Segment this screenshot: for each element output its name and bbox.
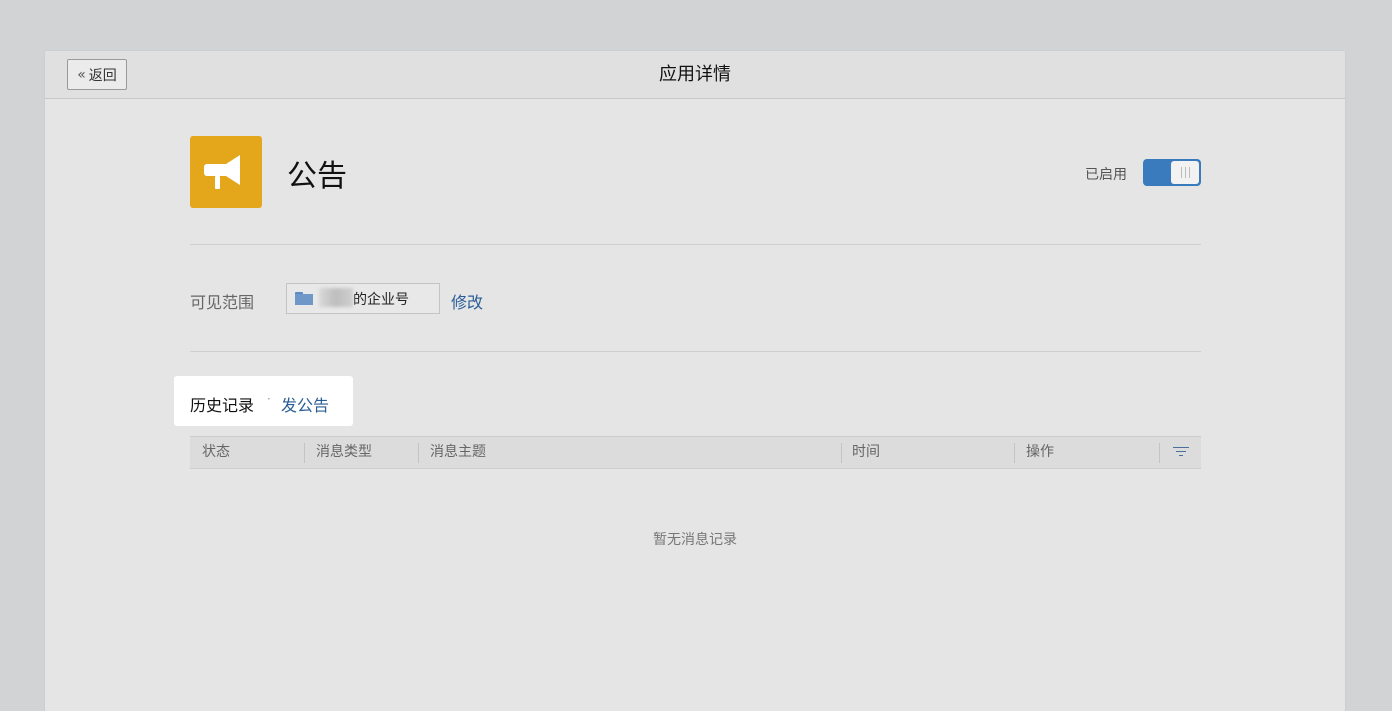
column-header-status[interactable]: 状态 <box>202 437 230 468</box>
column-header-action[interactable]: 操作 <box>1026 437 1054 468</box>
divider <box>190 351 1201 352</box>
scope-value-wrap: 的企业号 <box>319 287 409 309</box>
tab-history[interactable]: 历史记录 <box>190 392 254 416</box>
visibility-scope-tag: 的企业号 <box>286 283 440 314</box>
column-separator <box>1014 443 1015 463</box>
column-separator <box>418 443 419 463</box>
column-separator <box>841 443 842 463</box>
column-separator <box>304 443 305 463</box>
app-detail-panel: 应用详情 « 返回 公告 已启用 可见范围 的企业号 修改 历史记录 · 发公告… <box>45 51 1345 711</box>
filter-icon[interactable] <box>1173 446 1189 458</box>
scope-value: 的企业号 <box>353 291 409 308</box>
double-chevron-left-icon: « <box>77 66 86 83</box>
table-header: 状态 消息类型 消息主题 时间 操作 <box>190 436 1201 469</box>
status-label: 已启用 <box>1085 167 1127 183</box>
tab-separator: · <box>267 392 271 406</box>
enable-toggle[interactable] <box>1143 159 1201 186</box>
redacted-blur <box>319 287 353 307</box>
app-icon <box>190 136 262 208</box>
page-title: 应用详情 <box>659 64 731 85</box>
column-header-subject[interactable]: 消息主题 <box>430 437 486 468</box>
megaphone-icon <box>204 155 240 189</box>
visibility-scope-label: 可见范围 <box>190 293 255 312</box>
column-separator <box>1159 443 1160 463</box>
tab-post-announcement[interactable]: 发公告 <box>281 392 329 416</box>
back-button[interactable]: « 返回 <box>67 59 127 90</box>
app-name: 公告 <box>287 159 347 194</box>
panel-header: 应用详情 « 返回 <box>45 51 1345 99</box>
column-header-type[interactable]: 消息类型 <box>316 437 372 468</box>
folder-icon <box>295 292 313 305</box>
toggle-knob[interactable] <box>1171 161 1199 184</box>
divider <box>190 244 1201 245</box>
column-header-time[interactable]: 时间 <box>852 437 880 468</box>
empty-message: 暂无消息记录 <box>653 532 737 548</box>
edit-scope-link[interactable]: 修改 <box>451 289 483 313</box>
back-button-label: 返回 <box>88 67 117 84</box>
